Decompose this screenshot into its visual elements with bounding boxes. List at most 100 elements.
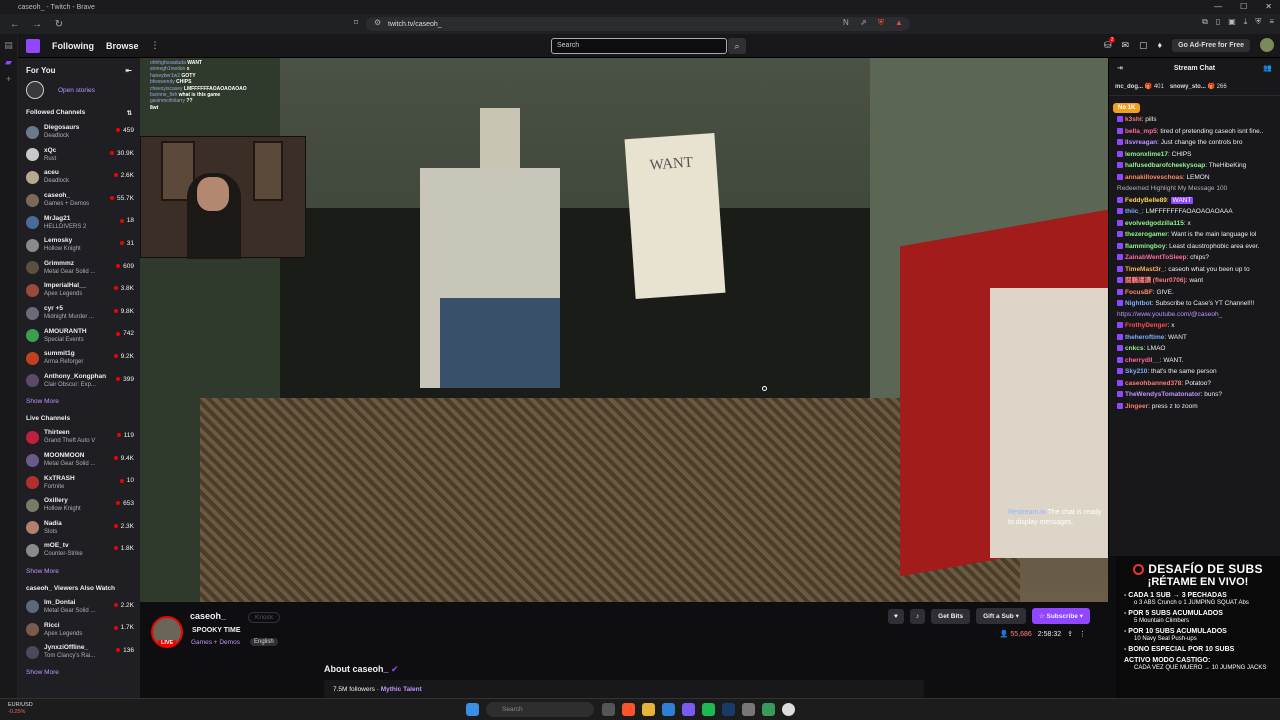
ad-free-button[interactable]: Go Ad-Free for Free xyxy=(1172,38,1250,52)
menu-icon[interactable]: ≡ xyxy=(1269,17,1274,27)
gift-sub-button[interactable]: Gift a Sub ▾ xyxy=(976,608,1026,624)
show-more-also[interactable]: Show More xyxy=(26,669,140,676)
sidebar-channel[interactable]: mOE_tv Counter-Strike 1.8K xyxy=(18,539,140,562)
following-link[interactable]: Following xyxy=(52,41,94,51)
share-icon[interactable]: ⇗ xyxy=(860,18,867,27)
search-input[interactable]: Search xyxy=(551,38,727,54)
get-bits-button[interactable]: Get Bits xyxy=(931,608,971,624)
spotify-icon[interactable] xyxy=(702,703,715,716)
minimize-icon[interactable]: — xyxy=(1214,2,1222,11)
stream-category[interactable]: Games + Demos xyxy=(191,639,240,646)
chat-username[interactable]: evolvedgodzilla115 xyxy=(1125,220,1184,227)
chat-username[interactable]: FeddyBelle89 xyxy=(1125,197,1167,204)
sidebar-channel[interactable]: Ricci Apex Legends 1.7K xyxy=(18,618,140,641)
chat-username[interactable]: theheroftime xyxy=(1125,334,1164,341)
settings-icon[interactable] xyxy=(742,703,755,716)
chat-username[interactable]: ZainabWentToSleep xyxy=(1125,254,1187,261)
chat-link[interactable]: https://www.youtube.com/@caseoh_ xyxy=(1117,311,1222,318)
search-icon[interactable]: ⌕ xyxy=(728,38,746,54)
task-view-icon[interactable] xyxy=(602,703,615,716)
start-icon[interactable] xyxy=(466,703,479,716)
sidebar-toggle-icon[interactable]: ▯ xyxy=(1216,17,1220,27)
share-icon[interactable]: ⇪ xyxy=(1067,630,1073,638)
panel-icon[interactable]: ▤ xyxy=(0,40,17,51)
sidebar-channel[interactable]: ImperialHal__ Apex Legends 3.8K xyxy=(18,279,140,302)
ticker-widget[interactable]: EUR/USD -0.25% xyxy=(8,702,33,716)
sidebar-channel[interactable]: Oxillery Hollow Knight 653 xyxy=(18,494,140,517)
sidebar-channel[interactable]: cyr +5 Midnight Murder ... 9.8K xyxy=(18,302,140,325)
chat-username[interactable]: FocusBF xyxy=(1125,289,1153,296)
sidebar-channel[interactable]: Im_Dontai Metal Gear Solid ... 2.2K xyxy=(18,596,140,619)
inbox-icon[interactable]: ✉ xyxy=(1121,40,1129,51)
back-icon[interactable]: ← xyxy=(8,19,22,30)
sidebar-channel[interactable]: Grimmmz Metal Gear Solid ... 609 xyxy=(18,257,140,280)
steam-icon[interactable] xyxy=(722,703,735,716)
maximize-icon[interactable]: ☐ xyxy=(1240,2,1247,11)
twitch-logo-icon[interactable] xyxy=(26,38,40,53)
brave-icon[interactable] xyxy=(622,703,635,716)
chat-username[interactable]: Sky210 xyxy=(1125,368,1147,375)
brave-shield-icon[interactable]: ⛨ xyxy=(878,18,884,28)
reader-icon[interactable]: N xyxy=(843,18,849,27)
gifter[interactable]: mc_dog... 🎁 401 xyxy=(1115,83,1164,90)
chat-username[interactable]: TimeMast3r_ xyxy=(1125,266,1165,273)
sidebar-channel[interactable]: MrJag21 HELLDIVERS 2 18 xyxy=(18,211,140,234)
file-explorer-icon[interactable] xyxy=(642,703,655,716)
chat-username[interactable]: cnkcs xyxy=(1125,345,1143,352)
browse-link[interactable]: Browse xyxy=(106,41,139,51)
sidebar-channel[interactable]: Nadia Slots 2.3K xyxy=(18,517,140,540)
chat-username[interactable]: Nightbot xyxy=(1125,300,1152,307)
sidebar-channel[interactable]: AMOURANTH Special Events 742 xyxy=(18,324,140,347)
sidebar-channel[interactable]: Anthony_Kongphan Clair Obscur: Exp... 399 xyxy=(18,370,140,393)
whispers-icon[interactable]: ▢ xyxy=(1139,40,1148,51)
language-tag[interactable]: English xyxy=(250,638,278,646)
bookmark-icon[interactable]: ⌑ xyxy=(354,18,358,27)
chat-username[interactable]: cherrydll__ xyxy=(1125,357,1160,364)
chat-username[interactable]: bella_mp5 xyxy=(1125,128,1157,135)
app-icon[interactable] xyxy=(762,703,775,716)
sidebar-channel[interactable]: xQc Rust 30.9K xyxy=(18,144,140,167)
sidebar-channel[interactable]: Thirteen Grand Theft Auto V 119 xyxy=(18,426,140,449)
reload-icon[interactable]: ↻ xyxy=(52,19,66,30)
prime-loot-icon[interactable]: ⛁ 2 xyxy=(1104,36,1116,51)
hype-badge[interactable]: No 1K xyxy=(1113,103,1141,113)
users-icon[interactable]: 👥 xyxy=(1263,64,1272,72)
open-stories[interactable]: Open stories xyxy=(26,81,140,99)
show-more-followed[interactable]: Show More xyxy=(26,398,140,405)
sidebar-channel[interactable]: Lemosky Hollow Knight 31 xyxy=(18,234,140,257)
chat-username[interactable]: lemonxlime17 xyxy=(1125,151,1168,158)
add-icon[interactable]: + xyxy=(0,74,17,84)
vpn-icon[interactable]: ⛨ xyxy=(1255,17,1261,27)
chat-username[interactable]: k3shi xyxy=(1125,116,1142,123)
chat-username[interactable]: TheWendysTomatonator xyxy=(1125,391,1201,398)
download-icon[interactable]: ⤓ xyxy=(1244,17,1248,27)
site-info-icon[interactable]: ⚙ xyxy=(374,18,381,27)
chat-username[interactable]: FrothyDenger xyxy=(1125,322,1168,329)
chat-username[interactable]: halfusedbarofcheekysoap xyxy=(1125,162,1205,169)
sidebar-channel[interactable]: Diegosaurs Deadlock 459 xyxy=(18,121,140,144)
crown-icon[interactable]: ♦ xyxy=(1158,40,1163,50)
more-icon[interactable]: ⋮ xyxy=(151,40,160,51)
taskbar-search[interactable]: Search xyxy=(486,702,594,717)
url-field[interactable]: twitch.tv/caseoh_ xyxy=(366,17,910,31)
knock-button[interactable]: Knock xyxy=(248,612,281,623)
sidebar-channel[interactable]: caseoh_ Games + Demos 55.7K xyxy=(18,189,140,212)
extensions-icon[interactable]: ⧉ xyxy=(1202,17,1208,27)
sort-icon[interactable]: ⇅ xyxy=(127,109,132,117)
sidebar-channel[interactable]: summit1g Arma Reforger 9.2K xyxy=(18,347,140,370)
sidebar-channel[interactable]: aceu Deadlock 2.6K xyxy=(18,166,140,189)
sidebar-channel[interactable]: MOONMOON Metal Gear Solid ... 9.4K xyxy=(18,449,140,472)
edge-icon[interactable] xyxy=(662,703,675,716)
team-link[interactable]: Mythic Talent xyxy=(381,686,422,693)
user-avatar[interactable] xyxy=(1260,38,1274,52)
sidebar-channel[interactable]: JynxziOffline_ Tom Clancy's Rai... 136 xyxy=(18,641,140,664)
twitch-tab-icon[interactable]: ▰ xyxy=(0,57,17,68)
channel-name[interactable]: caseoh_ xyxy=(190,611,226,621)
gifter[interactable]: snowy_sto... 🎁 266 xyxy=(1170,83,1227,90)
show-more-live[interactable]: Show More xyxy=(26,568,140,575)
chat-username[interactable]: Ilsvreagan xyxy=(1125,139,1157,146)
chat-username[interactable]: Jingeer xyxy=(1125,403,1148,410)
notification-bell-icon[interactable]: ♪ xyxy=(909,608,926,624)
collapse-chat-icon[interactable]: ⇥ xyxy=(1117,64,1123,72)
chat-username[interactable]: flammingboy xyxy=(1125,243,1165,250)
